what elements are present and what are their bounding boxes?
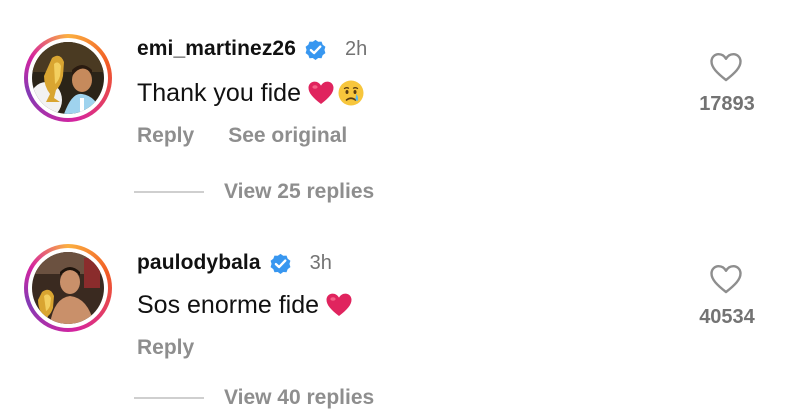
view-replies-label: View 40 replies	[224, 386, 375, 409]
crying-face-icon	[338, 80, 364, 106]
avatar-image	[32, 252, 104, 324]
username[interactable]: paulodybala	[137, 251, 261, 275]
see-original-button[interactable]: See original	[228, 124, 347, 148]
view-replies-button[interactable]: View 25 replies	[134, 178, 374, 206]
comment-text: Thank you fide	[137, 78, 301, 107]
view-replies-label: View 25 replies	[224, 180, 375, 203]
username[interactable]: emi_martinez26	[137, 37, 296, 61]
verified-badge-icon	[270, 253, 291, 274]
divider-line	[134, 397, 204, 399]
red-heart-icon	[326, 293, 352, 316]
avatar[interactable]	[24, 244, 112, 332]
view-replies-button[interactable]: View 40 replies	[134, 384, 374, 412]
comment: paulodybala 3h Sos enorme fide Reply 405…	[0, 220, 800, 409]
avatar[interactable]	[24, 34, 112, 122]
divider-line	[134, 191, 204, 193]
like-count: 17893	[699, 93, 755, 115]
verified-badge-icon	[305, 39, 326, 60]
heart-icon[interactable]	[709, 263, 743, 295]
comment-text: Sos enorme fide	[137, 290, 320, 319]
heart-icon[interactable]	[709, 51, 743, 83]
timestamp: 3h	[309, 251, 332, 274]
red-heart-icon	[308, 81, 334, 104]
comment: emi_martinez26 2h Thank you fide Reply S…	[0, 0, 800, 220]
timestamp: 2h	[344, 37, 368, 60]
like-count: 40534	[699, 306, 755, 328]
avatar-image	[32, 42, 104, 114]
reply-button[interactable]: Reply	[137, 124, 194, 148]
reply-button[interactable]: Reply	[137, 336, 194, 360]
